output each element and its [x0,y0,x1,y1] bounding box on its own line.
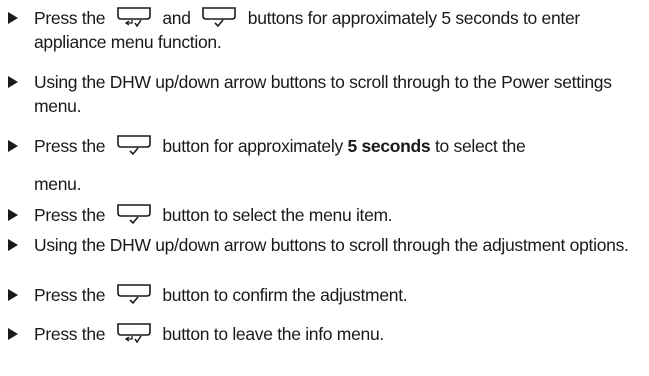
step-text: to select the [434,136,526,156]
step-text: button to leave the info menu. [162,324,384,344]
step-text: button to confirm the adjustment. [162,285,408,305]
triangle-bullet-icon [0,203,34,227]
instruction-step-3: Press the button for approximately 5 sec… [0,134,640,196]
step-text: Press the [34,324,106,344]
step-text: Press the [34,205,106,225]
ok-check-button-icon [201,6,237,28]
back-button-icon [116,322,152,344]
step-text: Press the [34,8,106,28]
step-text-bold: 5 seconds [347,136,431,156]
triangle-bullet-icon [0,6,34,30]
instruction-step-2: Using the DHW up/down arrow buttons to s… [0,70,640,118]
ok-check-button-icon [116,283,152,305]
triangle-bullet-icon [0,134,34,158]
triangle-bullet-icon [0,283,34,307]
step-text: button to select the menu item. [162,205,393,225]
step-text: menu. [34,174,82,194]
instruction-step-7: Press the button to leave the info menu. [0,322,640,346]
step-text: Using the DHW up/down arrow buttons to s… [34,235,629,255]
instruction-step-1: Press the and buttons for approximately … [0,6,640,54]
step-text: Using the DHW up/down arrow buttons to s… [34,72,612,116]
instruction-step-4: Press the button to select the menu item… [0,203,640,227]
step-text: and [162,8,191,28]
step-text: Press the [34,136,106,156]
instruction-step-5: Using the DHW up/down arrow buttons to s… [0,233,640,257]
triangle-bullet-icon [0,70,34,94]
ok-check-button-icon [116,203,152,225]
back-button-icon [116,6,152,28]
ok-check-button-icon [116,134,152,156]
triangle-bullet-icon [0,233,34,257]
step-text: Press the [34,285,106,305]
step-text: button for approximately [162,136,343,156]
triangle-bullet-icon [0,322,34,346]
instruction-step-6: Press the button to confirm the adjustme… [0,283,640,307]
